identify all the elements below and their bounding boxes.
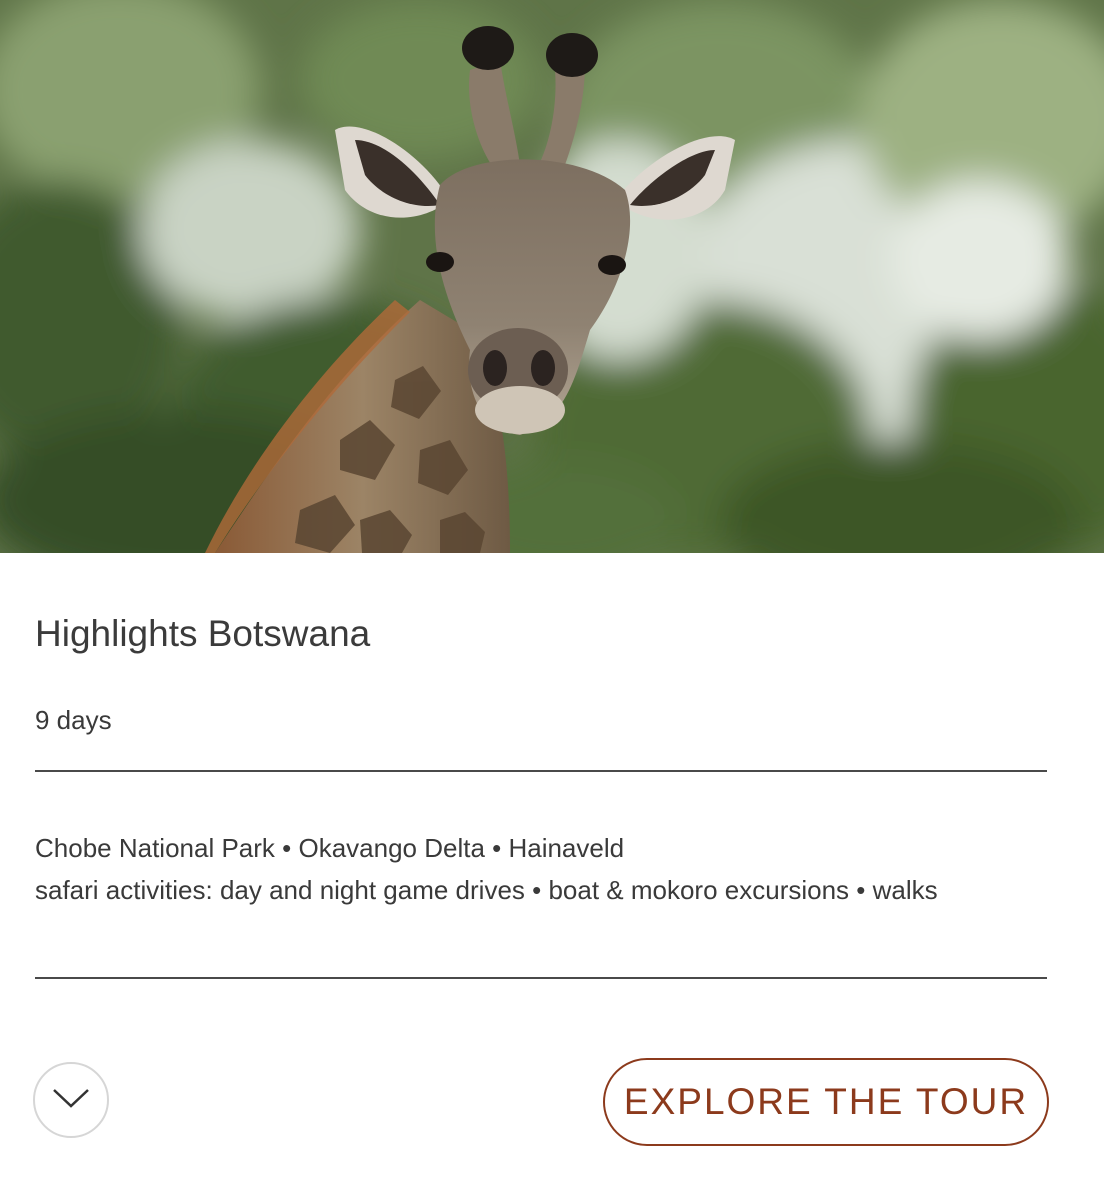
highlight-line: Chobe National Park • Okavango Delta • H…: [35, 833, 625, 863]
explore-tour-button[interactable]: EXPLORE THE TOUR: [603, 1058, 1049, 1146]
highlight-line: safari activities: day and night game dr…: [35, 875, 938, 905]
tour-title: Highlights Botswana: [35, 613, 371, 654]
tour-hero-image: [0, 0, 1104, 553]
tour-highlights: Chobe National Park • Okavango Delta • H…: [35, 827, 938, 911]
divider: [35, 977, 1047, 979]
chevron-down-icon: [52, 1087, 90, 1114]
tour-duration: 9 days: [35, 705, 112, 735]
expand-details-button[interactable]: [33, 1062, 109, 1138]
divider: [35, 770, 1047, 772]
